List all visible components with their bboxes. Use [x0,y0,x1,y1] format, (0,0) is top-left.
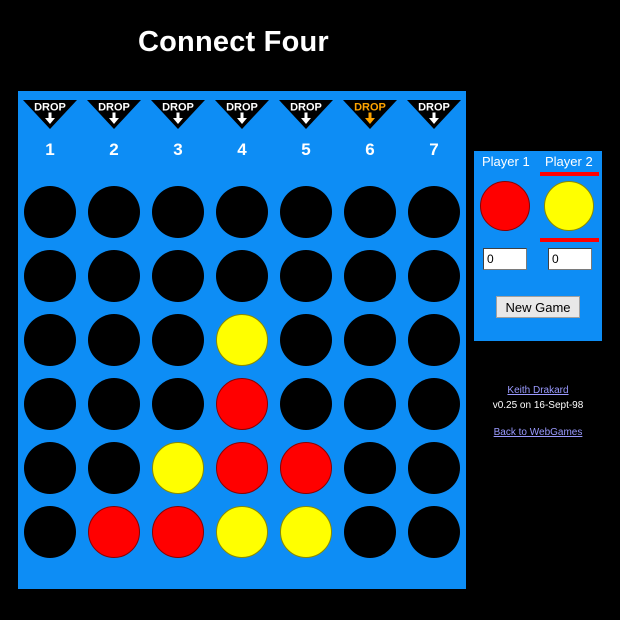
player-panel: Player 1 Player 2 New Game [474,151,602,341]
version-text: v0.25 on 16-Sept-98 [492,400,584,411]
empty-slot[interactable] [280,378,332,430]
empty-slot[interactable] [408,314,460,366]
drop-label: DROP [98,102,130,114]
drop-label: DROP [354,102,386,114]
drop-button-col-1[interactable]: DROP [23,100,77,130]
drop-button-col-2[interactable]: DROP [87,100,141,130]
yellow-disc[interactable] [216,506,268,558]
drop-label: DROP [34,102,66,114]
player1-score-field[interactable] [483,248,527,270]
empty-slot[interactable] [408,250,460,302]
red-disc[interactable] [152,506,204,558]
empty-slot[interactable] [88,250,140,302]
empty-slot[interactable] [408,186,460,238]
drop-label: DROP [162,102,194,114]
drop-button-col-7[interactable]: DROP [407,100,461,130]
connect-four-page: Connect Four DROP 1 DROP 2 DROP 3 DROP 4 DROP 5 DR… [0,0,620,620]
player1-name: Player 1 [482,154,530,169]
new-game-button[interactable]: New Game [496,296,580,318]
page-title: Connect Four [138,26,329,58]
drop-button-col-3[interactable]: DROP [151,100,205,130]
empty-slot[interactable] [280,314,332,366]
empty-slot[interactable] [88,378,140,430]
empty-slot[interactable] [24,506,76,558]
column-number-5: 5 [301,140,311,159]
empty-slot[interactable] [216,250,268,302]
drop-label: DROP [226,102,258,114]
column-number-6: 6 [365,140,375,159]
empty-slot[interactable] [24,442,76,494]
player2-name: Player 2 [545,154,593,169]
turn-indicator-top [540,172,599,176]
empty-slot[interactable] [408,506,460,558]
empty-slot[interactable] [24,314,76,366]
player2-disc [544,181,594,231]
empty-slot[interactable] [152,378,204,430]
back-link-row: Back to WebGames [474,427,602,438]
turn-indicator-bottom [540,238,599,242]
empty-slot[interactable] [344,314,396,366]
drop-button-col-5[interactable]: DROP [279,100,333,130]
yellow-disc[interactable] [216,314,268,366]
version-info: v0.25 on 16-Sept-98 [474,400,602,411]
drop-button-col-6[interactable]: DROP [343,100,397,130]
column-number-1: 1 [45,140,55,159]
empty-slot[interactable] [216,186,268,238]
empty-slot[interactable] [344,442,396,494]
empty-slot[interactable] [88,442,140,494]
empty-slot[interactable] [280,186,332,238]
empty-slot[interactable] [344,378,396,430]
empty-slot[interactable] [344,186,396,238]
column-number-3: 3 [173,140,183,159]
drop-button-col-4[interactable]: DROP [215,100,269,130]
empty-slot[interactable] [408,378,460,430]
game-board: DROP 1 DROP 2 DROP 3 DROP 4 DROP 5 DROP 6 DROP 7 [18,91,466,589]
empty-slot[interactable] [408,442,460,494]
empty-slot[interactable] [24,250,76,302]
back-to-webgames-link[interactable]: Back to WebGames [494,427,583,438]
red-disc[interactable] [88,506,140,558]
column-number-4: 4 [237,140,247,159]
empty-slot[interactable] [152,250,204,302]
column-number-7: 7 [429,140,439,159]
author-link[interactable]: Keith Drakard [507,385,568,396]
drop-label: DROP [290,102,322,114]
red-disc[interactable] [280,442,332,494]
empty-slot[interactable] [344,250,396,302]
empty-slot[interactable] [24,186,76,238]
yellow-disc[interactable] [280,506,332,558]
empty-slot[interactable] [344,506,396,558]
empty-slot[interactable] [88,186,140,238]
empty-slot[interactable] [280,250,332,302]
player1-disc [480,181,530,231]
red-disc[interactable] [216,442,268,494]
player2-score-field[interactable] [548,248,592,270]
empty-slot[interactable] [88,314,140,366]
yellow-disc[interactable] [152,442,204,494]
author-credit: Keith Drakard [474,385,602,396]
empty-slot[interactable] [152,186,204,238]
column-number-2: 2 [109,140,119,159]
red-disc[interactable] [216,378,268,430]
drop-label: DROP [418,102,450,114]
empty-slot[interactable] [24,378,76,430]
empty-slot[interactable] [152,314,204,366]
